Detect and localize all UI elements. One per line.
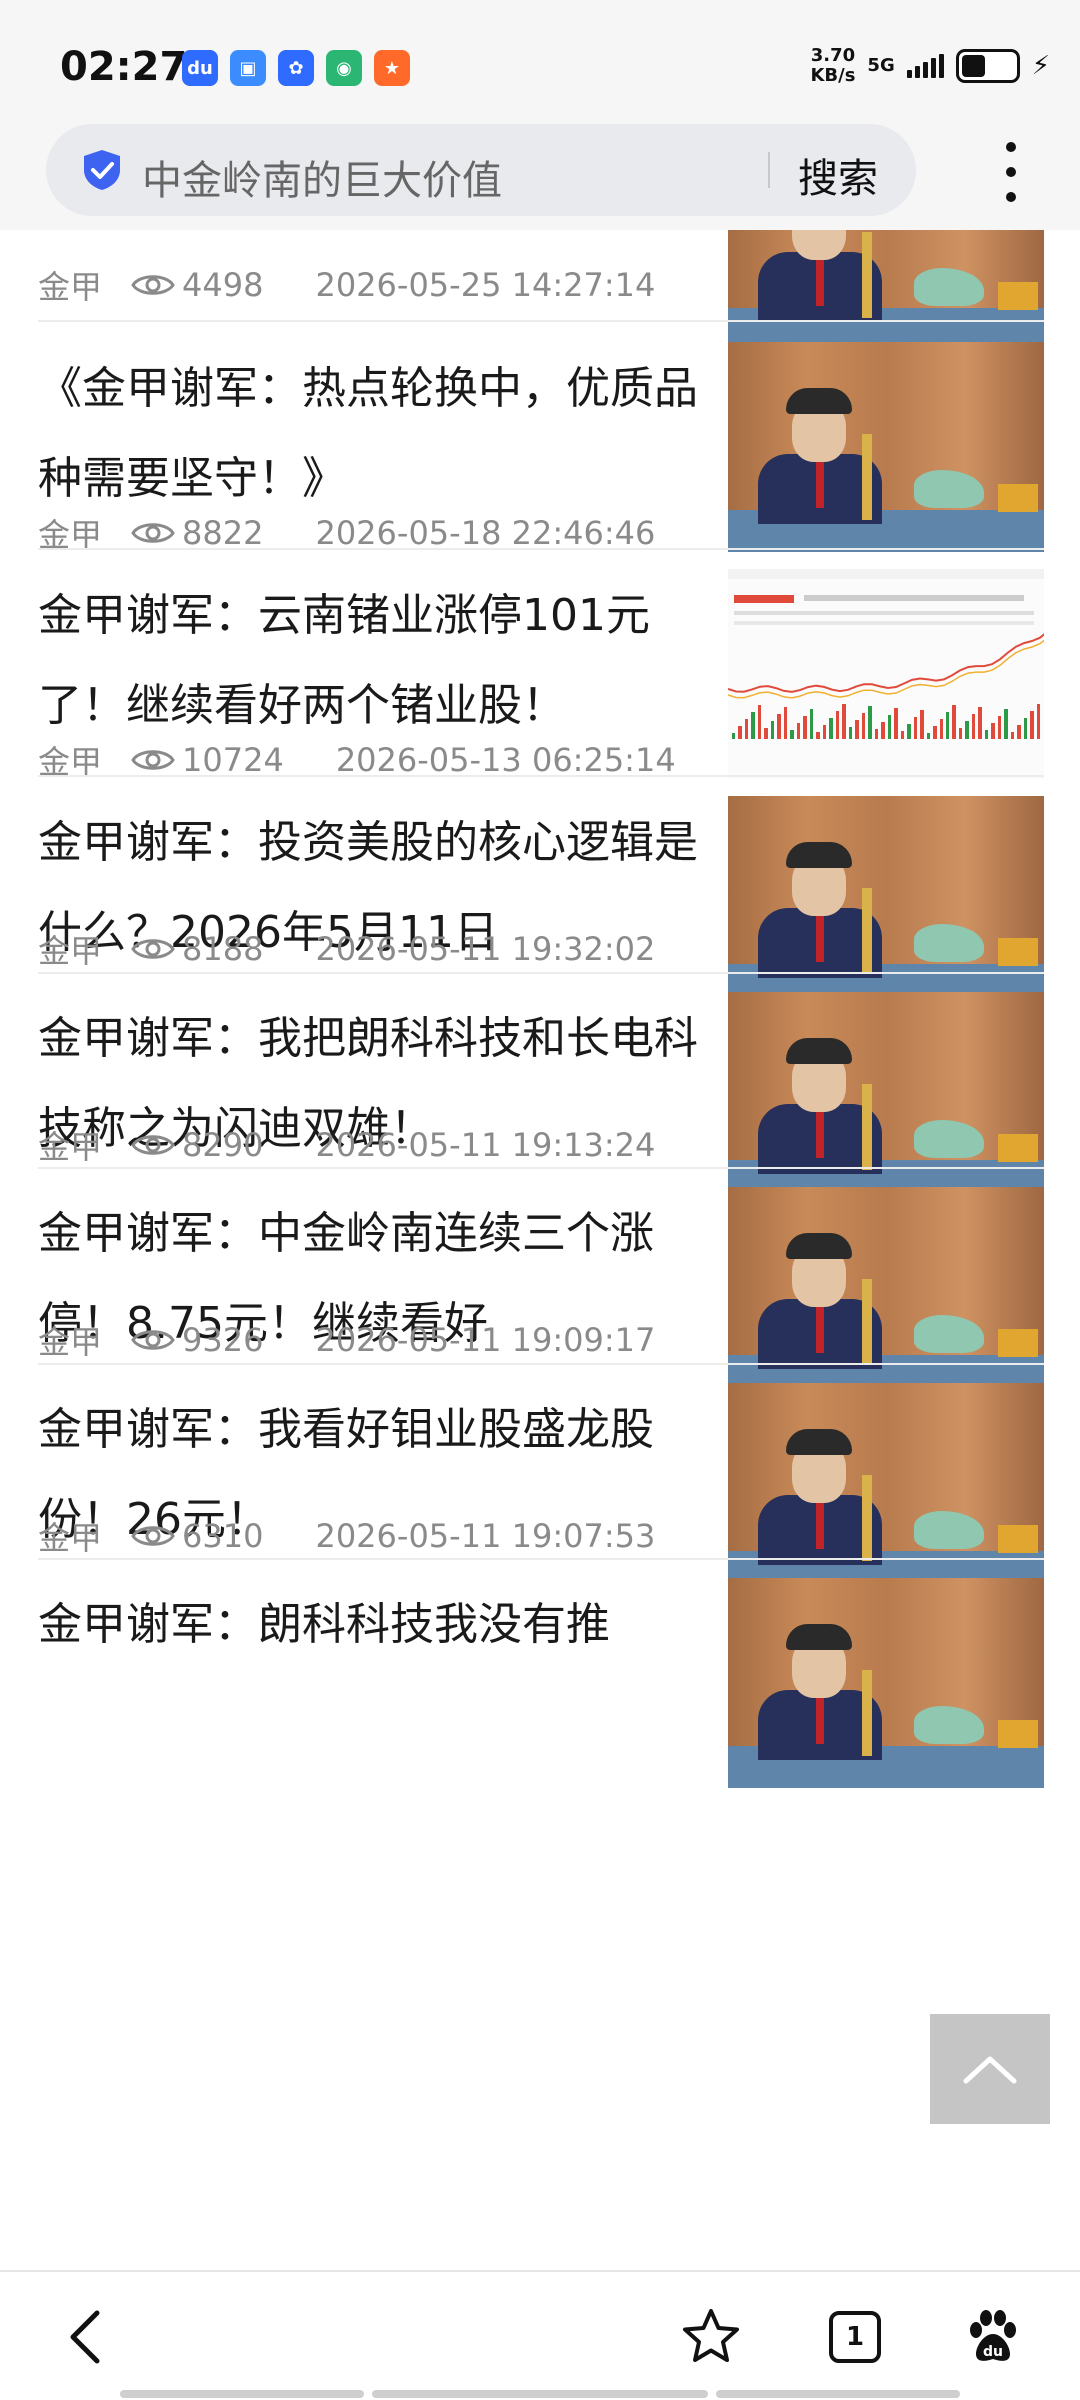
feed-item[interactable]: 金甲谢军：我把朗科科技和长电科技称之为闪迪双雄！ 金甲 8290 2026-05-11… (38, 992, 1044, 1214)
feed-item-views: 8290 (182, 1126, 264, 1164)
feed-item-title[interactable]: 金甲谢军：云南锗业涨停101元了！继续看好两个锗业股！ (38, 571, 708, 751)
charging-icon: ⚡ (1031, 51, 1050, 81)
feed-item-date: 2026-05-13 06:25:14 (335, 741, 676, 779)
feed-item-title[interactable]: 金甲谢军：朗科科技我没有推 (38, 1580, 708, 1670)
chevron-left-icon (70, 2310, 100, 2364)
feed-divider (38, 320, 1044, 322)
status-time: 02:27 (60, 44, 188, 90)
feed-item-views: 6310 (182, 1517, 264, 1555)
feed-item[interactable]: 金甲谢军：云南锗业涨停101元了！继续看好两个锗业股！ 金甲 10724 2026-0… (38, 569, 1044, 791)
gesture-bar-center (372, 2390, 708, 2398)
chevron-up-icon (963, 2056, 1017, 2084)
feed-item-author: 金甲 (38, 268, 103, 306)
feed-item-meta: 金甲 8290 2026-05-11 19:13:24 (38, 1122, 655, 1168)
feed-item-thumbnail[interactable] (728, 342, 1044, 552)
feed-divider (38, 1167, 1044, 1169)
feed-item-thumbnail[interactable] (728, 1578, 1044, 1788)
feed-item[interactable]: 金甲谢军：投资美股的核心逻辑是什么？2026年5月11日 金甲 8188 2026-0… (38, 796, 1044, 1018)
feed-item-author: 金甲 (38, 1128, 103, 1166)
search-header: 中金岭南的巨大价值 搜索 (0, 120, 1080, 230)
search-divider (768, 152, 770, 188)
results-feed[interactable]: 金甲 4498 2026-05-25 14:27:14 《金甲谢军：热点轮换中，优质品… (0, 230, 1080, 2270)
tab-count: 1 (829, 2311, 881, 2363)
search-query: 中金岭南的巨大价值 (142, 158, 502, 204)
files-app-icon: ▣ (230, 50, 266, 86)
feed-divider (38, 1558, 1044, 1560)
feed-item[interactable]: 《金甲谢军：热点轮换中，优质品种需要坚守！》 金甲 8822 2026-05-18 2… (38, 342, 1044, 564)
feed-item-views: 8822 (182, 514, 264, 552)
feed-item-thumbnail[interactable] (728, 1383, 1044, 1593)
status-bar: 02:27 du ▣ ✿ ◉ ★ 3.70 KB/s 5G ⚡ (0, 0, 1080, 120)
signal-icon (906, 54, 944, 78)
baidu-home-button[interactable]: du (958, 2302, 1028, 2372)
back-button[interactable] (50, 2302, 120, 2372)
eye-icon (131, 939, 175, 959)
status-app-icons: du ▣ ✿ ◉ ★ (182, 50, 410, 86)
network-type: 5G (867, 55, 895, 76)
feed-item-date: 2026-05-11 19:07:53 (315, 1517, 656, 1555)
feed-item-meta: 金甲 4498 2026-05-25 14:27:14 (38, 262, 655, 308)
feed-item-meta: 金甲 8188 2026-05-11 19:32:02 (38, 926, 655, 972)
feed-item-thumbnail[interactable] (728, 1187, 1044, 1397)
eye-icon (131, 1135, 175, 1155)
search-button[interactable]: 搜索 (798, 146, 878, 204)
net-speed-unit: KB/s (810, 65, 856, 86)
eye-icon (131, 275, 175, 295)
search-input[interactable]: 中金岭南的巨大价值 搜索 (46, 124, 916, 216)
feed-item-meta: 金甲 9326 2026-05-11 19:09:17 (38, 1317, 655, 1363)
feed-divider (38, 1363, 1044, 1365)
feed-item-thumbnail[interactable] (728, 992, 1044, 1202)
feed-item-views: 10724 (182, 741, 284, 779)
feed-divider (38, 548, 1044, 550)
feed-item-thumbnail[interactable] (728, 230, 1044, 350)
baidu-paw-icon: du (970, 2310, 1016, 2361)
network-speed: 3.70 KB/s (810, 46, 855, 86)
net-speed-value: 3.70 (810, 45, 856, 66)
feed-item-date: 2026-05-25 14:27:14 (315, 266, 656, 304)
feed-item-thumbnail[interactable] (728, 569, 1044, 779)
favorite-button[interactable] (676, 2302, 746, 2372)
eye-icon (131, 750, 175, 770)
feed-item-author: 金甲 (38, 1519, 103, 1557)
eye-icon (131, 1330, 175, 1350)
feed-divider (38, 972, 1044, 974)
feed-item-date: 2026-05-11 19:32:02 (315, 930, 656, 968)
shield-icon (84, 150, 120, 190)
svg-text:du: du (983, 2344, 1003, 2360)
feed-item[interactable]: 金甲谢军：我看好钼业股盛龙股份！26元！ 金甲 6310 2026-05-11 19:… (38, 1383, 1044, 1605)
feed-item-meta: 金甲 6310 2026-05-11 19:07:53 (38, 1513, 655, 1559)
star-icon (683, 2309, 739, 2362)
feed-item-author: 金甲 (38, 932, 103, 970)
feed-item[interactable]: 金甲谢军：朗科科技我没有推 (38, 1578, 1044, 1800)
feed-item-thumbnail[interactable] (728, 796, 1044, 1006)
eye-icon (131, 523, 175, 543)
eye-icon (131, 1526, 175, 1546)
feed-item-date: 2026-05-11 19:09:17 (315, 1321, 656, 1359)
battery-icon (955, 49, 1020, 83)
battery-level (961, 55, 986, 77)
feed-item-author: 金甲 (38, 1323, 103, 1361)
back-to-top-button[interactable] (930, 2014, 1050, 2124)
baidu-app-icon: du (182, 50, 218, 86)
feed-item-title[interactable]: 《金甲谢军：热点轮换中，优质品种需要坚守！》 (38, 344, 708, 524)
bottom-navigation: 1 du (0, 2270, 1080, 2400)
gesture-bar-left (120, 2390, 364, 2398)
feed-item-views: 8188 (182, 930, 264, 968)
feed-item-date: 2026-05-11 19:13:24 (315, 1126, 656, 1164)
feed-divider (38, 775, 1044, 777)
feed-item-views: 4498 (182, 266, 264, 304)
fitness-app-icon: ★ (374, 50, 410, 86)
more-options-icon[interactable] (996, 142, 1026, 202)
baidu-paw-icon: ✿ (278, 50, 314, 86)
feed-item[interactable]: 金甲谢军：中金岭南连续三个涨停！8.75元！继续看好 金甲 9326 2026-05-… (38, 1187, 1044, 1409)
status-indicators: 3.70 KB/s 5G ⚡ (810, 46, 1050, 86)
feed-item-date: 2026-05-18 22:46:46 (315, 514, 656, 552)
tabs-button[interactable]: 1 (820, 2302, 890, 2372)
gesture-bar-right (716, 2390, 960, 2398)
browser-app-icon: ◉ (326, 50, 362, 86)
feed-item-views: 9326 (182, 1321, 264, 1359)
